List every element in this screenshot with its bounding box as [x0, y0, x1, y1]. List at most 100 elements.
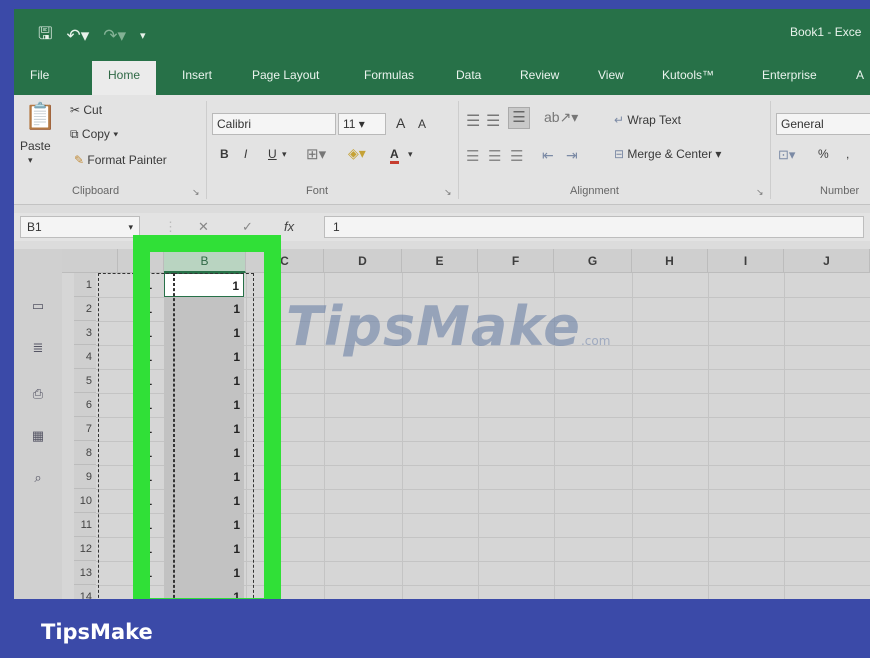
- wrap-text-button[interactable]: ↵ Wrap Text: [614, 113, 681, 127]
- undo-icon[interactable]: ↶▾: [66, 26, 89, 46]
- tab-page-layout[interactable]: Page Layout: [252, 68, 319, 82]
- column-header-j[interactable]: J: [784, 249, 870, 273]
- format-painter-button[interactable]: ✎ Format Painter: [74, 153, 167, 167]
- workbook-icon[interactable]: ▭: [28, 299, 48, 313]
- tab-data[interactable]: Data: [456, 68, 481, 82]
- paste-dropdown-icon[interactable]: ▾: [28, 155, 33, 166]
- footer-brand: TipsMake: [41, 620, 153, 644]
- cancel-icon[interactable]: ✕: [198, 219, 209, 235]
- row-header-11[interactable]: 11: [74, 513, 96, 537]
- cut-label: Cut: [83, 103, 103, 117]
- cut-button[interactable]: ✂ Cut: [70, 103, 102, 117]
- brush-icon: ✎: [74, 153, 88, 167]
- merge-icon: ⊟: [614, 147, 628, 161]
- decrease-indent-icon[interactable]: ⇤: [542, 147, 554, 164]
- grow-font-button[interactable]: A: [396, 115, 405, 131]
- redo-icon[interactable]: ↷▾: [103, 26, 126, 46]
- row-header-12[interactable]: 12: [74, 537, 96, 561]
- align-center-icon[interactable]: ☰: [488, 147, 501, 165]
- name-box[interactable]: B1 ▾: [20, 216, 140, 238]
- shrink-font-button[interactable]: A: [418, 117, 426, 131]
- row-header-1[interactable]: 1: [74, 273, 96, 297]
- underline-dropdown-icon[interactable]: ▾: [282, 149, 287, 160]
- columns-icon[interactable]: ▦: [28, 429, 48, 443]
- column-header-e[interactable]: E: [402, 249, 478, 273]
- font-size-dropdown-icon: ▾: [355, 117, 365, 131]
- bold-button[interactable]: B: [220, 147, 229, 161]
- find-icon[interactable]: ⌕: [28, 471, 48, 485]
- column-header-f[interactable]: F: [478, 249, 554, 273]
- tab-file[interactable]: File: [30, 68, 49, 82]
- tab-more[interactable]: A: [856, 68, 864, 82]
- row-header-13[interactable]: 13: [74, 561, 96, 585]
- kutools-side-panel: ▭ ≣ ⎙ ▦ ⌕: [14, 249, 62, 599]
- alignment-launcher-icon[interactable]: ↘: [756, 187, 764, 198]
- underline-button[interactable]: U: [268, 147, 277, 161]
- top-align-icon[interactable]: ☰: [466, 111, 480, 131]
- column-header-g[interactable]: G: [554, 249, 632, 273]
- tab-enterprise[interactable]: Enterprise: [762, 68, 817, 82]
- paste-icon[interactable]: 📋: [24, 101, 56, 132]
- tab-home[interactable]: Home: [92, 61, 157, 95]
- save-icon[interactable]: 🖫: [38, 21, 52, 50]
- row-header-14[interactable]: 14: [74, 585, 96, 599]
- ribbon-divider: [206, 101, 207, 199]
- insert-function-icon[interactable]: fx: [284, 219, 294, 234]
- formula-input[interactable]: 1: [324, 216, 864, 238]
- currency-format-icon[interactable]: ⊡▾: [778, 147, 795, 163]
- increase-indent-icon[interactable]: ⇥: [566, 147, 578, 164]
- column-header-i[interactable]: I: [708, 249, 784, 273]
- row-header-9[interactable]: 9: [74, 465, 96, 489]
- italic-button[interactable]: I: [244, 147, 247, 161]
- row-header-7[interactable]: 7: [74, 417, 96, 441]
- row-header-3[interactable]: 3: [74, 321, 96, 345]
- align-left-icon[interactable]: ☰: [466, 147, 479, 165]
- font-size-box[interactable]: 11 ▾: [338, 113, 386, 135]
- tab-kutools[interactable]: Kutools™: [662, 68, 714, 82]
- font-color-dropdown-icon[interactable]: ▾: [408, 149, 413, 160]
- format-painter-label: Format Painter: [87, 153, 167, 167]
- tab-view[interactable]: View: [598, 68, 624, 82]
- font-launcher-icon[interactable]: ↘: [444, 187, 452, 198]
- autotext-icon[interactable]: ⎙: [28, 387, 48, 401]
- row-header-5[interactable]: 5: [74, 369, 96, 393]
- column-header-d[interactable]: D: [324, 249, 402, 273]
- tab-review[interactable]: Review: [520, 68, 559, 82]
- fill-color-icon[interactable]: ◈▾: [348, 145, 366, 162]
- paste-button[interactable]: Paste: [20, 139, 51, 153]
- wrap-text-label: Wrap Text: [627, 113, 681, 127]
- alignment-group-label: Alignment: [570, 185, 619, 197]
- row-header-10[interactable]: 10: [74, 489, 96, 513]
- copy-button[interactable]: ⧉ Copy ▾: [70, 127, 118, 142]
- scissors-icon: ✂: [70, 103, 84, 117]
- names-icon[interactable]: ≣: [28, 341, 48, 355]
- select-all-corner[interactable]: [62, 249, 118, 273]
- enter-icon[interactable]: ✓: [242, 219, 253, 235]
- font-name-box[interactable]: Calibri: [212, 113, 336, 135]
- borders-icon[interactable]: ⊞▾: [306, 145, 326, 163]
- align-right-icon[interactable]: ☰: [510, 147, 523, 165]
- font-group-label: Font: [306, 185, 329, 197]
- font-color-button[interactable]: A: [390, 147, 399, 164]
- bottom-align-icon[interactable]: ☰: [508, 107, 530, 129]
- tab-formulas[interactable]: Formulas: [364, 68, 414, 82]
- qat-dropdown-icon[interactable]: ▾: [140, 29, 146, 42]
- title-bar: 🖫 ↶▾ ↷▾ ▾ Book1 - Exce: [14, 9, 870, 55]
- clipboard-launcher-icon[interactable]: ↘: [192, 187, 200, 198]
- watermark-suffix: .com: [580, 334, 611, 348]
- comma-style-icon[interactable]: ,: [846, 147, 849, 161]
- row-header-4[interactable]: 4: [74, 345, 96, 369]
- merge-center-label: Merge & Center: [627, 147, 713, 161]
- row-header-8[interactable]: 8: [74, 441, 96, 465]
- row-header-2[interactable]: 2: [74, 297, 96, 321]
- orientation-icon[interactable]: ab↗▾: [544, 109, 578, 126]
- column-header-h[interactable]: H: [632, 249, 708, 273]
- percent-button[interactable]: %: [818, 147, 829, 161]
- number-format-box[interactable]: General: [776, 113, 870, 135]
- merge-center-button[interactable]: ⊟ Merge & Center ▾: [614, 147, 721, 161]
- middle-align-icon[interactable]: ☰: [486, 111, 500, 131]
- merge-dropdown-icon: ▾: [712, 147, 722, 161]
- copy-label: Copy: [81, 127, 110, 141]
- row-header-6[interactable]: 6: [74, 393, 96, 417]
- tab-insert[interactable]: Insert: [182, 68, 212, 82]
